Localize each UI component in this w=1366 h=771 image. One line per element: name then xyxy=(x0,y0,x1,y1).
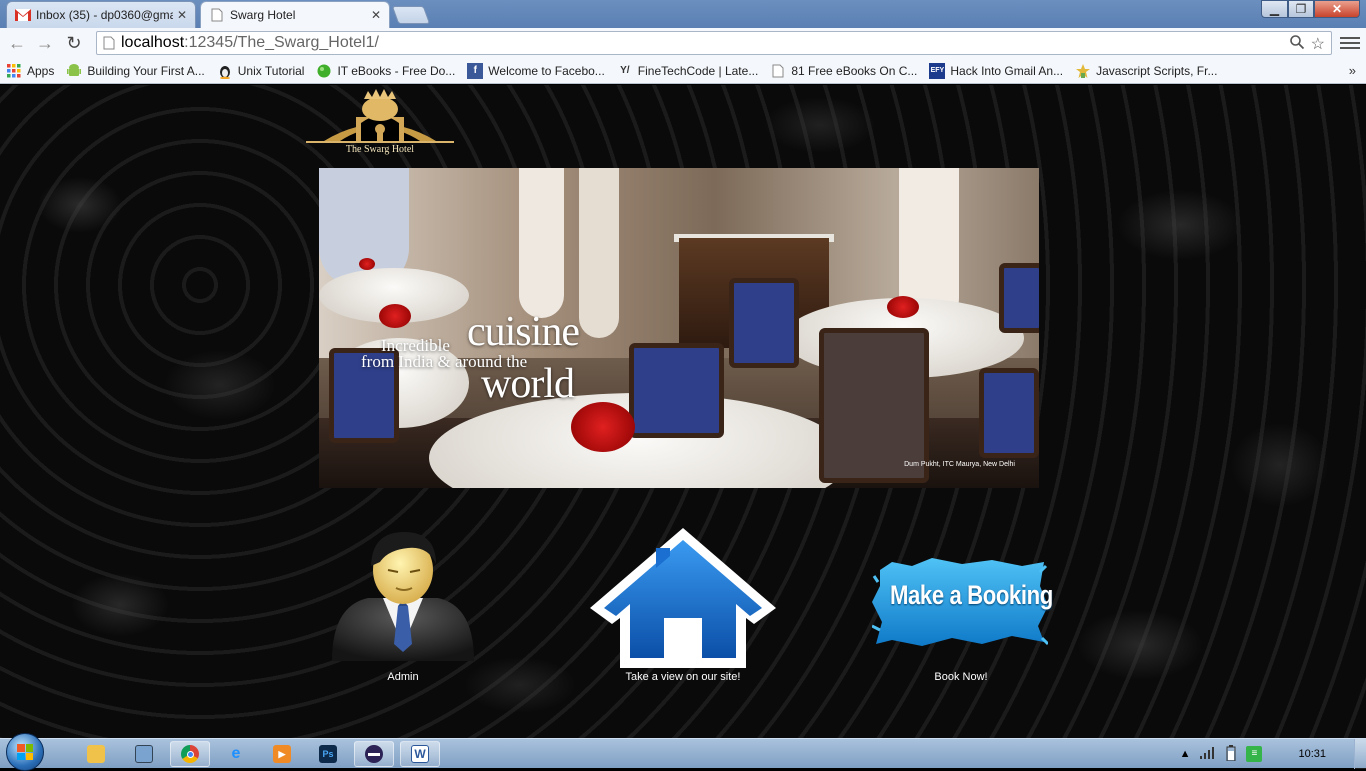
taskbar-explorer[interactable] xyxy=(76,741,116,767)
bookmark-it-ebooks[interactable]: IT eBooks - Free Do... xyxy=(316,63,455,79)
bookmark-label: Hack Into Gmail An... xyxy=(950,63,1064,78)
close-icon[interactable]: ✕ xyxy=(371,8,381,22)
logo-text: The Swarg Hotel xyxy=(345,144,415,155)
window-controls: ▁ ❐ ✕ xyxy=(1261,0,1360,18)
chrome-menu-button[interactable] xyxy=(1340,33,1360,53)
bookmark-label: Building Your First A... xyxy=(87,63,205,78)
browser-title-bar: Inbox (35) - dp0360@gma ✕ Swarg Hotel ✕ … xyxy=(0,0,1366,28)
bookmark-label: Welcome to Facebo... xyxy=(488,63,605,78)
efy-icon: EFY xyxy=(929,62,946,79)
windows-taskbar: e ▶ Ps W ▲ ≡ 10:31 xyxy=(0,733,1366,771)
gmail-icon xyxy=(15,7,31,23)
folder-icon xyxy=(87,745,105,763)
hotel-logo[interactable]: The Swarg Hotel xyxy=(306,87,454,157)
bookmark-label: Apps xyxy=(27,63,55,78)
book-now-label: Book Now! xyxy=(934,671,988,683)
crown-dome-icon xyxy=(306,89,454,143)
new-tab-button[interactable] xyxy=(391,6,431,24)
taskbar-word[interactable]: W xyxy=(400,741,440,767)
zoom-icon[interactable] xyxy=(1289,34,1305,55)
banner-text-world: world xyxy=(481,361,575,407)
view-site-link[interactable]: Take a view on our site! xyxy=(586,526,780,686)
close-window-button[interactable]: ✕ xyxy=(1314,0,1360,18)
admin-label: Admin xyxy=(387,671,419,683)
reload-button[interactable]: ↻ xyxy=(63,32,85,54)
address-bar[interactable]: localhost:12345/The_Swarg_Hotel1/ ☆ xyxy=(96,31,1332,55)
browser-toolbar: ← → ↻ localhost:12345/The_Swarg_Hotel1/ … xyxy=(0,28,1366,58)
taskbar-remote[interactable] xyxy=(124,741,164,767)
battery-icon[interactable] xyxy=(1226,744,1236,764)
show-desktop-button[interactable] xyxy=(1354,739,1366,769)
yy-icon: Y/ xyxy=(620,65,630,76)
internet-explorer-icon: e xyxy=(231,745,241,762)
more-bookmarks-icon[interactable]: » xyxy=(1349,63,1356,78)
media-player-icon: ▶ xyxy=(273,745,291,763)
apps-grid-icon xyxy=(6,63,22,79)
start-button[interactable] xyxy=(6,733,44,771)
bookmark-label: 81 Free eBooks On C... xyxy=(791,63,918,78)
close-icon[interactable]: ✕ xyxy=(177,8,187,22)
taskbar-chrome[interactable] xyxy=(170,741,210,767)
url-path: :12345/The_Swarg_Hotel1/ xyxy=(184,34,379,51)
tab-title: Inbox (35) - dp0360@gma xyxy=(36,8,173,22)
bookmark-javascript[interactable]: Javascript Scripts, Fr... xyxy=(1075,63,1217,79)
taskbar-clock[interactable]: 10:31 xyxy=(1298,748,1326,760)
back-button[interactable]: ← xyxy=(6,32,28,54)
url-host: localhost xyxy=(121,34,185,51)
make-booking-text: Make a Booking xyxy=(890,580,1053,610)
system-tray: ▲ ≡ 10:31 xyxy=(1180,739,1366,769)
tab-title: Swarg Hotel xyxy=(230,8,296,22)
page-icon xyxy=(770,63,786,79)
chrome-icon xyxy=(181,745,199,763)
view-site-label: Take a view on our site! xyxy=(625,671,741,683)
tab-inbox[interactable]: Inbox (35) - dp0360@gma ✕ xyxy=(6,1,196,28)
bookmark-star-icon[interactable]: ☆ xyxy=(1311,34,1325,55)
bookmark-android[interactable]: Building Your First A... xyxy=(66,63,205,79)
bookmark-finetechcode[interactable]: Y/ FineTechCode | Late... xyxy=(617,63,759,79)
make-booking-link[interactable]: Make a Booking Book Now! xyxy=(866,526,1056,686)
taskbar-photoshop[interactable]: Ps xyxy=(308,741,348,767)
taskbar-ie[interactable]: e xyxy=(216,741,256,767)
banner-text-cuisine: cuisine xyxy=(467,309,580,355)
show-hidden-icons-icon[interactable]: ▲ xyxy=(1180,748,1191,760)
bookmark-label: Unix Tutorial xyxy=(237,63,305,78)
page-icon xyxy=(209,7,225,23)
star-wizard-icon xyxy=(1075,63,1091,79)
bookmarks-bar: Apps Building Your First A... Unix Tutor… xyxy=(0,58,1366,84)
photoshop-icon: Ps xyxy=(319,745,337,763)
bookmark-label: Javascript Scripts, Fr... xyxy=(1096,63,1218,78)
restaurant-banner-image: Incredible cuisine from India & around t… xyxy=(319,168,1039,488)
bookmark-free-ebooks[interactable]: 81 Free eBooks On C... xyxy=(770,63,917,79)
android-icon xyxy=(66,63,82,79)
minimize-button[interactable]: ▁ xyxy=(1261,0,1288,18)
bookmark-label: IT eBooks - Free Do... xyxy=(337,63,456,78)
monitor-icon xyxy=(135,745,153,763)
taskbar-eclipse[interactable] xyxy=(354,741,394,767)
tab-swarg-hotel[interactable]: Swarg Hotel ✕ xyxy=(200,1,390,28)
facebook-icon: f xyxy=(467,62,484,79)
home-icon xyxy=(590,528,776,668)
page-icon xyxy=(103,36,115,50)
green-ball-icon xyxy=(316,63,332,79)
admin-user-icon xyxy=(332,532,474,661)
bookmark-apps[interactable]: Apps xyxy=(6,63,54,79)
windows-flag-icon xyxy=(17,744,33,760)
page-content: The Swarg Hotel Incredible cuisine from … xyxy=(0,85,1366,738)
network-signal-icon[interactable] xyxy=(1200,746,1216,762)
green-app-tray-icon[interactable]: ≡ xyxy=(1246,746,1263,762)
bookmark-hack-gmail[interactable]: EFY Hack Into Gmail An... xyxy=(929,62,1064,79)
word-icon: W xyxy=(411,745,429,763)
bookmark-unix[interactable]: Unix Tutorial xyxy=(217,63,305,79)
tux-icon xyxy=(217,63,233,79)
bookmark-label: FineTechCode | Late... xyxy=(637,63,759,78)
banner-caption: Dum Pukht, ITC Maurya, New Delhi xyxy=(904,461,1015,468)
forward-button[interactable]: → xyxy=(34,32,56,54)
eclipse-icon xyxy=(365,745,383,763)
taskbar-media[interactable]: ▶ xyxy=(262,741,302,767)
maximize-button[interactable]: ❐ xyxy=(1288,0,1314,18)
admin-link[interactable]: Admin xyxy=(328,526,478,686)
bookmark-facebook[interactable]: f Welcome to Facebo... xyxy=(467,62,605,79)
